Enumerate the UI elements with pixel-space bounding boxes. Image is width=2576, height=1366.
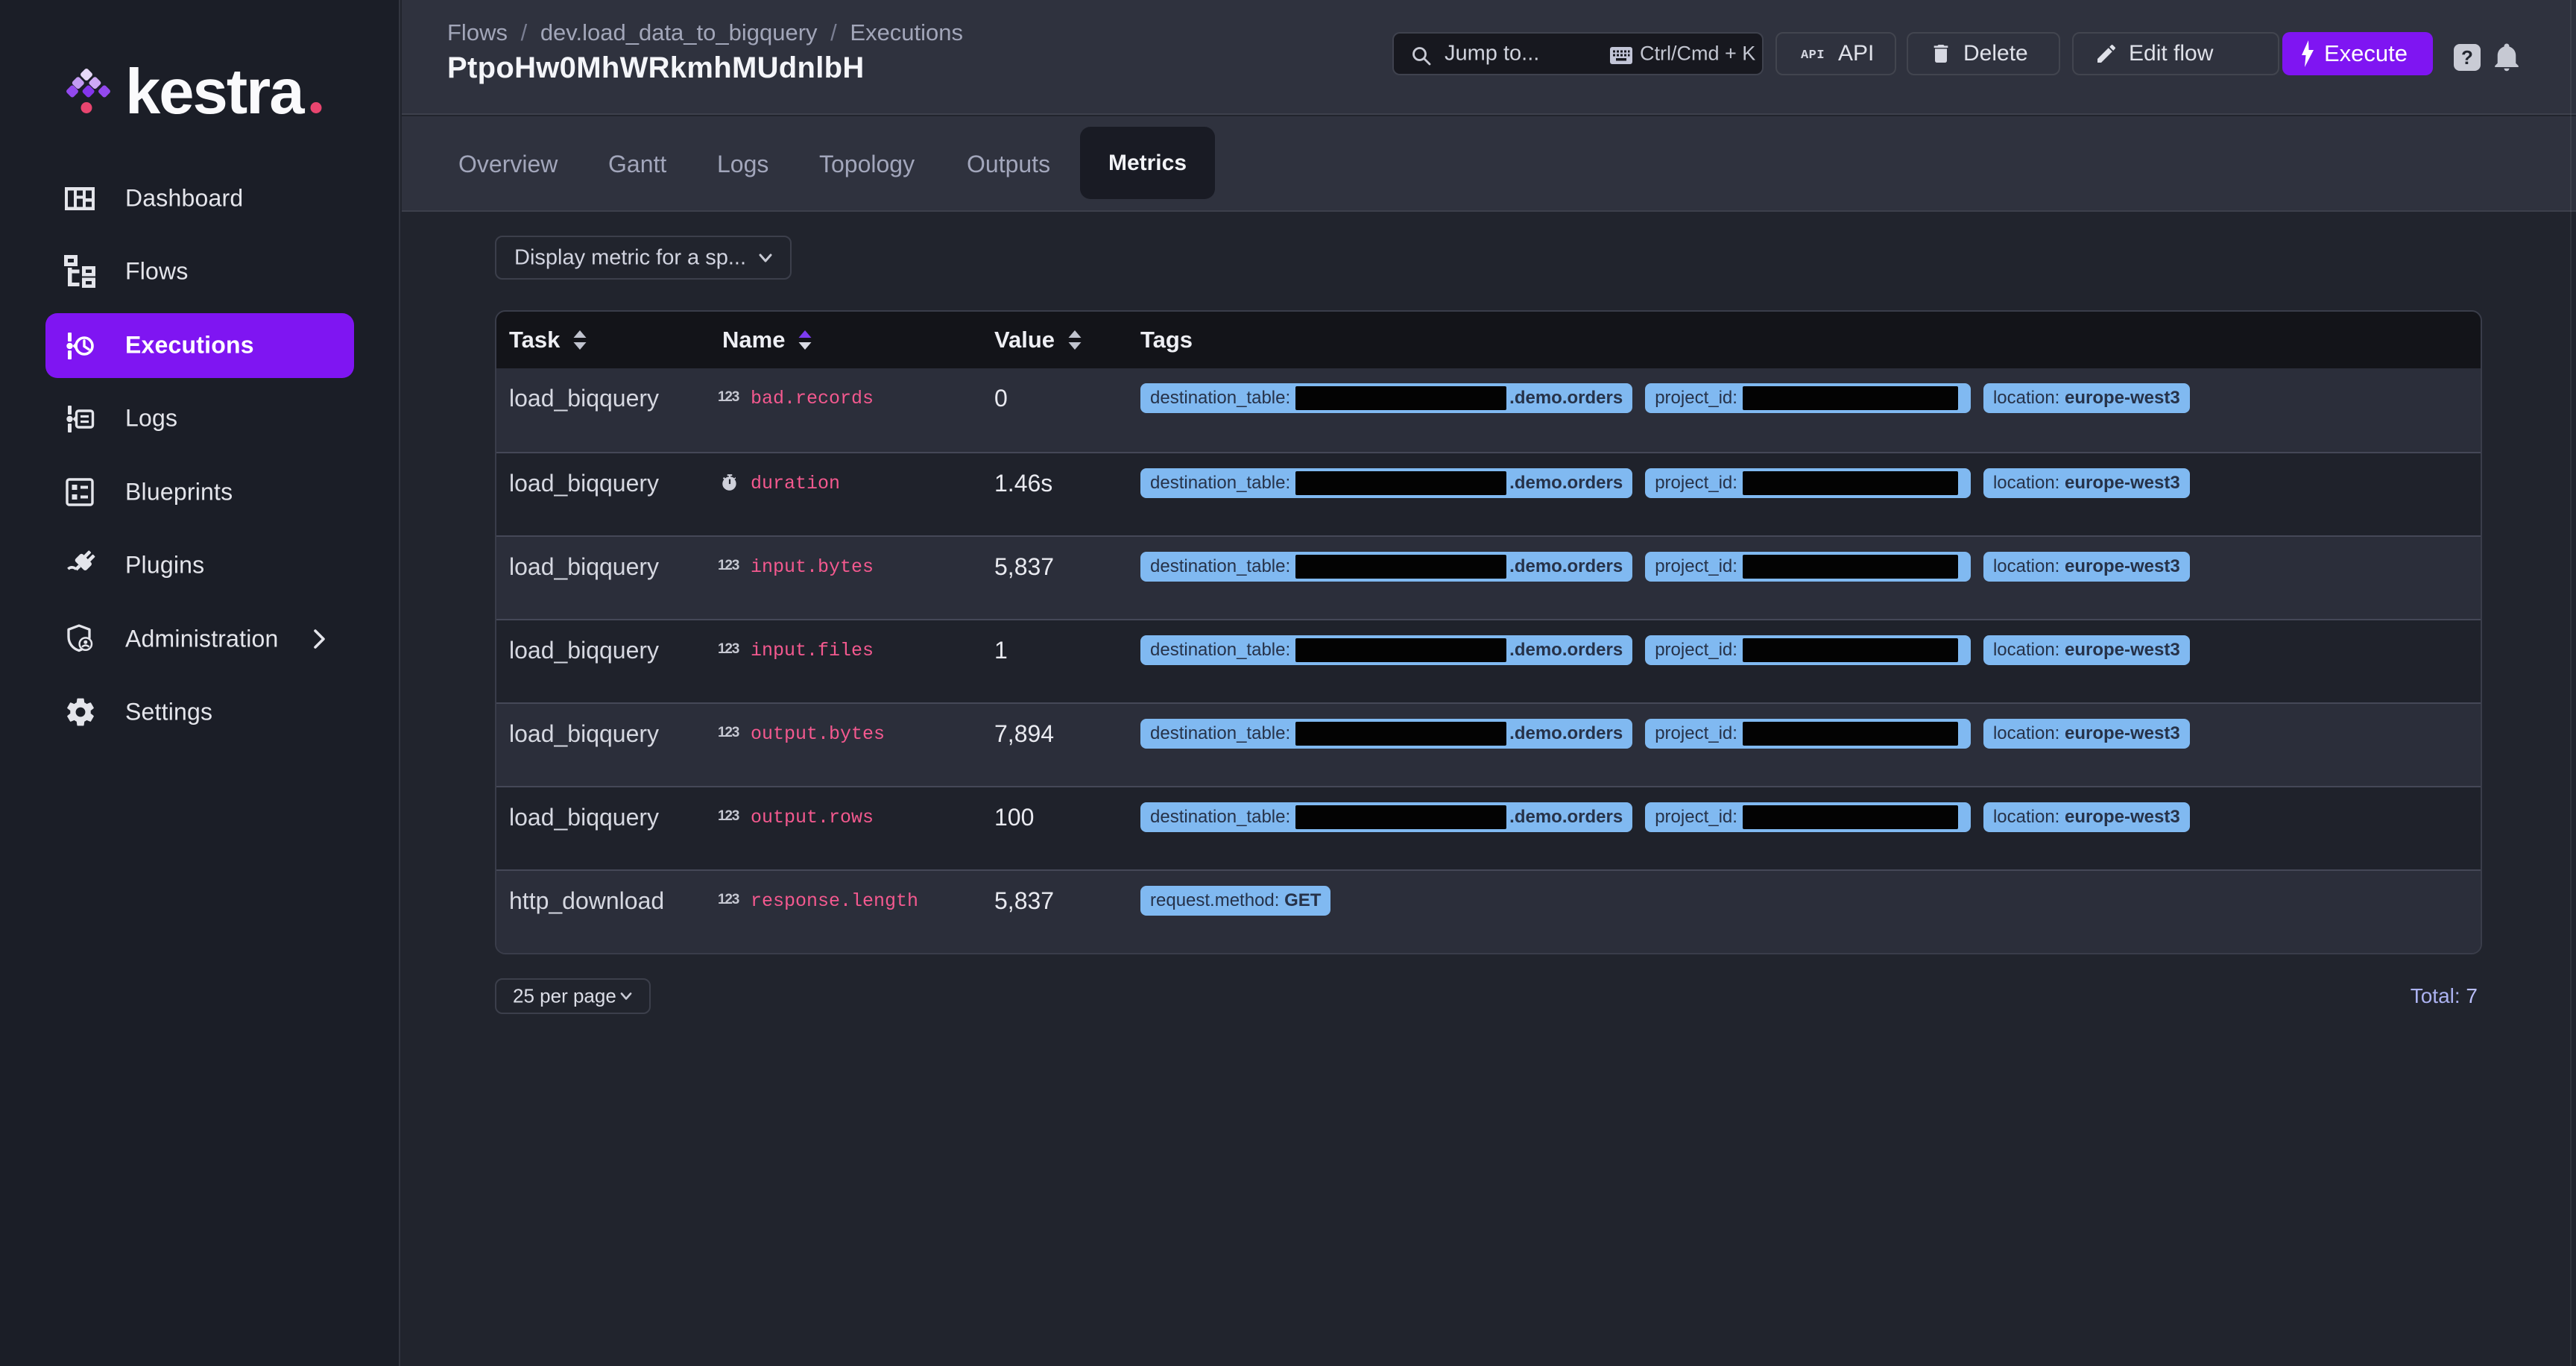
svg-text:kestra: kestra	[125, 63, 305, 125]
svg-text:API: API	[1801, 48, 1825, 63]
